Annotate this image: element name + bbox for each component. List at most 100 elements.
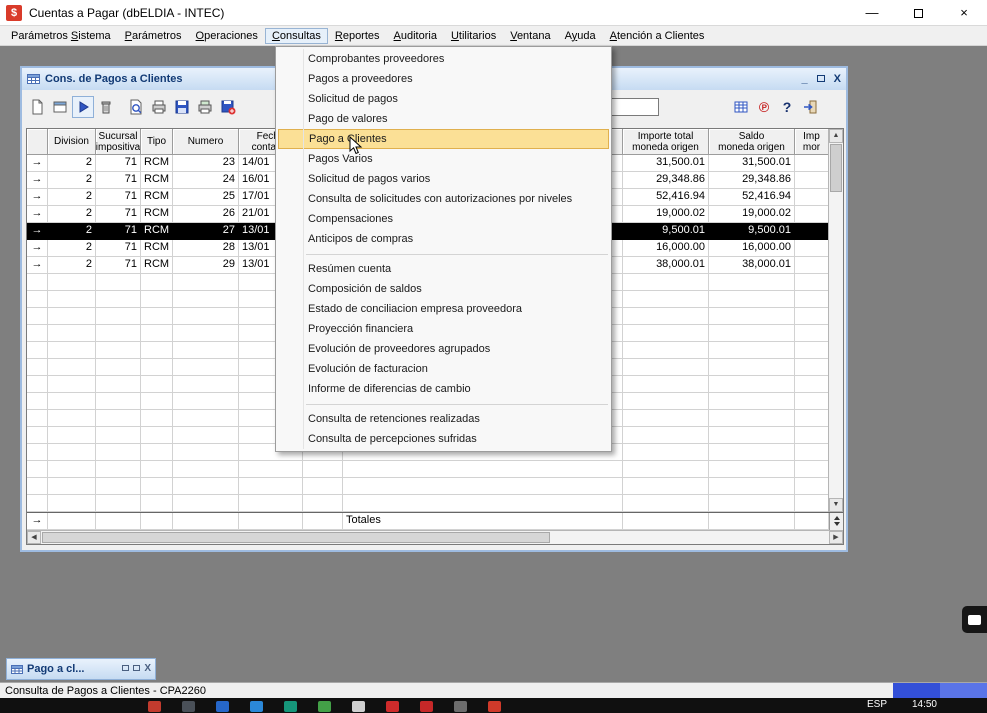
grid-cell-marker: →: [27, 172, 48, 189]
grid-cell-marker: [27, 325, 48, 342]
exit-button[interactable]: [799, 96, 821, 118]
scroll-up-icon[interactable]: ▲: [829, 129, 843, 143]
scroll-left-icon[interactable]: ◀: [27, 531, 41, 544]
menubar-item-ventana[interactable]: Ventana: [503, 28, 557, 44]
menu-item-pagos-a-proveedores[interactable]: Pagos a proveedores: [276, 69, 611, 89]
menubar-item-parametros[interactable]: Parámetros: [118, 28, 189, 44]
grid-cell-numero: 27: [173, 223, 239, 240]
menu-item-composicion-de-saldos[interactable]: Composición de saldos: [276, 279, 611, 299]
menu-item-pagos-varios[interactable]: Pagos Varios: [276, 149, 611, 169]
grid-header-saldo[interactable]: Saldomoneda origen: [709, 129, 795, 155]
grid-header-division[interactable]: Division: [48, 129, 96, 155]
menu-item-compensaciones[interactable]: Compensaciones: [276, 209, 611, 229]
taskbar-app-icon[interactable]: [182, 701, 195, 712]
process-button[interactable]: ℗: [753, 96, 775, 118]
grid-header-marker[interactable]: [27, 129, 48, 155]
totals-spinner[interactable]: [829, 513, 843, 530]
mini-close-button[interactable]: X: [144, 664, 151, 674]
delete-record-button[interactable]: [95, 96, 117, 118]
menu-item-consulta-de-percepciones-sufridas[interactable]: Consulta de percepciones sufridas: [276, 429, 611, 449]
menu-item-informe-de-diferencias-de-cambio[interactable]: Informe de diferencias de cambio: [276, 379, 611, 399]
grid-cell-saldo: 38,000.01: [709, 257, 795, 274]
close-button[interactable]: ×: [941, 0, 987, 26]
scroll-right-icon[interactable]: ▶: [829, 531, 843, 544]
taskbar-app-icon[interactable]: [216, 701, 229, 712]
menu-item-consulta-de-retenciones-realizadas[interactable]: Consulta de retenciones realizadas: [276, 409, 611, 429]
grid-cell-sucursal: [96, 495, 141, 512]
vertical-scrollbar[interactable]: ▲ ▼: [828, 129, 843, 512]
taskbar-app-icon[interactable]: [352, 701, 365, 712]
child-close-button[interactable]: X: [834, 73, 841, 85]
menubar-item-ayuda[interactable]: Ayuda: [558, 28, 603, 44]
grid-cell-tipo: [141, 376, 173, 393]
taskbar-app-icon[interactable]: [318, 701, 331, 712]
menu-item-evolucion-de-proveedores-agrupados[interactable]: Evolución de proveedores agrupados: [276, 339, 611, 359]
minimize-button[interactable]: —: [849, 0, 895, 26]
taskbar-app-icon[interactable]: [250, 701, 263, 712]
totals-cell-numero: [173, 513, 239, 530]
export-button[interactable]: [217, 96, 239, 118]
speech-bubble: [968, 615, 981, 625]
maximize-button[interactable]: [895, 0, 941, 26]
grid-cell-mid1: [303, 461, 343, 478]
menu-item-estado-de-conciliacion-empresa-proveedora[interactable]: Estado de conciliacion empresa proveedor…: [276, 299, 611, 319]
taskbar-app-icon[interactable]: [488, 701, 501, 712]
grid-cell-marker: [27, 427, 48, 444]
menu-item-evolucion-de-facturacion[interactable]: Evolución de facturacion: [276, 359, 611, 379]
mini-restore-button[interactable]: [122, 664, 129, 674]
grid-cell-division: [48, 376, 96, 393]
menubar-item-reportes[interactable]: Reportes: [328, 28, 387, 44]
grid-view-button[interactable]: [730, 96, 752, 118]
menubar-item-operaciones[interactable]: Operaciones: [189, 28, 265, 44]
save-button[interactable]: [171, 96, 193, 118]
menu-item-solicitud-de-pagos[interactable]: Solicitud de pagos: [276, 89, 611, 109]
menu-item-comprobantes-proveedores[interactable]: Comprobantes proveedores: [276, 49, 611, 69]
menubar-item-atencion-a-clientes[interactable]: Atención a Clientes: [603, 28, 712, 44]
minimized-window-pago-a-clientes[interactable]: Pago a cl... X: [6, 658, 156, 680]
menubar-item-consultas[interactable]: Consultas: [265, 28, 328, 44]
menu-item-anticipos-de-compras[interactable]: Anticipos de compras: [276, 229, 611, 249]
menu-item-pago-de-valores[interactable]: Pago de valores: [276, 109, 611, 129]
child-restore-button[interactable]: [817, 73, 825, 85]
grid-header-imp2[interactable]: Impmor: [795, 129, 829, 155]
taskbar-app-icon[interactable]: [454, 701, 467, 712]
help-button[interactable]: ?: [776, 96, 798, 118]
preview-button[interactable]: [125, 96, 147, 118]
menubar-item-utilitarios[interactable]: Utilitarios: [444, 28, 503, 44]
open-form-button[interactable]: [49, 96, 71, 118]
run-query-button[interactable]: [72, 96, 94, 118]
grid-cell-mid2: [343, 478, 623, 495]
scroll-down-icon[interactable]: ▼: [829, 498, 843, 512]
menu-item-proyeccion-financiera[interactable]: Proyección financiera: [276, 319, 611, 339]
taskbar-app-icon[interactable]: [148, 701, 161, 712]
menu-item-resumen-cuenta[interactable]: Resúmen cuenta: [276, 259, 611, 279]
new-record-button[interactable]: [26, 96, 48, 118]
menu-item-solicitud-de-pagos-varios[interactable]: Solicitud de pagos varios: [276, 169, 611, 189]
grid-header-numero[interactable]: Numero: [173, 129, 239, 155]
mini-maximize-button[interactable]: [133, 664, 140, 674]
taskbar-app-icon[interactable]: [386, 701, 399, 712]
horizontal-scrollbar[interactable]: ◀ ▶: [27, 530, 843, 544]
horizontal-scroll-thumb[interactable]: [42, 532, 550, 543]
clock[interactable]: 14:50: [912, 699, 937, 710]
child-minimize-button[interactable]: _: [802, 73, 808, 85]
language-indicator[interactable]: ESP: [867, 699, 887, 710]
print-grid-button[interactable]: [194, 96, 216, 118]
grid-header-importe[interactable]: Importe totalmoneda origen: [623, 129, 709, 155]
vertical-scroll-thumb[interactable]: [830, 144, 842, 192]
grid-header-sucursal[interactable]: Sucursalimpositiva: [96, 129, 141, 155]
chat-bubble-icon[interactable]: [962, 606, 987, 633]
menu-item-pago-a-clientes[interactable]: Pago a Clientes: [278, 129, 609, 149]
menubar-item-parametros-sistema[interactable]: Parámetros Sistema: [4, 28, 118, 44]
grid-header-tipo[interactable]: Tipo: [141, 129, 173, 155]
grid-cell-numero: 23: [173, 155, 239, 172]
menubar-item-auditoria[interactable]: Auditoria: [387, 28, 444, 44]
mouse-cursor: [349, 136, 363, 161]
totals-cell-importe: [623, 513, 709, 530]
menu-item-consulta-de-solicitudes-con-autorizaciones-por-niveles[interactable]: Consulta de solicitudes con autorizacion…: [276, 189, 611, 209]
grid-cell-numero: [173, 376, 239, 393]
grid-cell-sucursal: [96, 393, 141, 410]
taskbar-app-icon[interactable]: [284, 701, 297, 712]
print-button[interactable]: [148, 96, 170, 118]
taskbar-app-icon[interactable]: [420, 701, 433, 712]
